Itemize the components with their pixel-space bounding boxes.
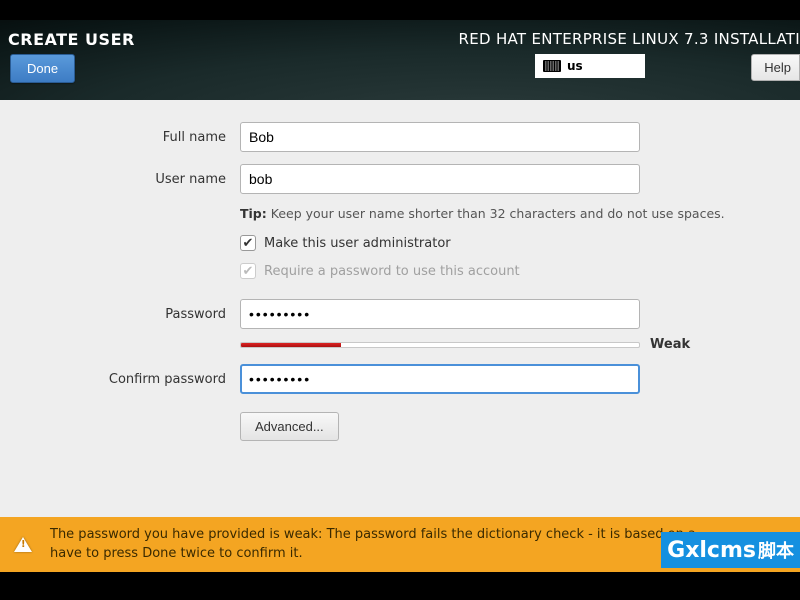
confirm-password-input[interactable]: [240, 364, 640, 394]
password-strength-label: Weak: [650, 337, 690, 352]
advanced-button[interactable]: Advanced...: [240, 412, 339, 441]
checkmark-icon: ✔: [240, 235, 256, 251]
help-button[interactable]: Help: [751, 54, 800, 81]
warning-text: The password you have provided is weak: …: [50, 526, 696, 562]
username-tip: Tip: Keep your user name shorter than 32…: [240, 206, 800, 223]
user-name-input[interactable]: [240, 164, 640, 194]
watermark-suffix: 脚本: [758, 537, 794, 563]
done-button[interactable]: Done: [10, 54, 75, 83]
full-name-label: Full name: [0, 130, 240, 145]
admin-checkbox-label: Make this user administrator: [264, 236, 451, 251]
user-name-label: User name: [0, 172, 240, 187]
password-strength-meter: [240, 342, 640, 348]
confirm-password-label: Confirm password: [0, 372, 240, 387]
keyboard-layout-label: us: [567, 59, 583, 73]
password-strength-row: Weak: [240, 337, 800, 352]
full-name-input[interactable]: [240, 122, 640, 152]
page-title: CREATE USER: [8, 30, 135, 49]
watermark-brand: Gxlcms: [667, 538, 756, 563]
password-input[interactable]: [240, 299, 640, 329]
tip-text: Keep your user name shorter than 32 char…: [271, 206, 725, 221]
password-strength-fill: [241, 343, 341, 347]
watermark-overlay: Gxlcms脚本: [661, 532, 800, 568]
installer-header: CREATE USER Done RED HAT ENTERPRISE LINU…: [0, 20, 800, 100]
installer-subtitle: RED HAT ENTERPRISE LINUX 7.3 INSTALLATI: [459, 30, 800, 48]
admin-checkbox-row[interactable]: ✔ Make this user administrator: [240, 235, 800, 251]
keyboard-layout-indicator[interactable]: us: [535, 54, 645, 78]
checkmark-icon: ✔: [240, 263, 256, 279]
warning-icon: [14, 537, 32, 552]
require-password-checkbox-row: ✔ Require a password to use this account: [240, 263, 800, 279]
form-content: Full name User name Tip: Keep your user …: [0, 100, 800, 560]
tip-prefix: Tip:: [240, 206, 267, 221]
password-label: Password: [0, 307, 240, 322]
require-password-label: Require a password to use this account: [264, 264, 520, 279]
keyboard-icon: [543, 60, 561, 72]
